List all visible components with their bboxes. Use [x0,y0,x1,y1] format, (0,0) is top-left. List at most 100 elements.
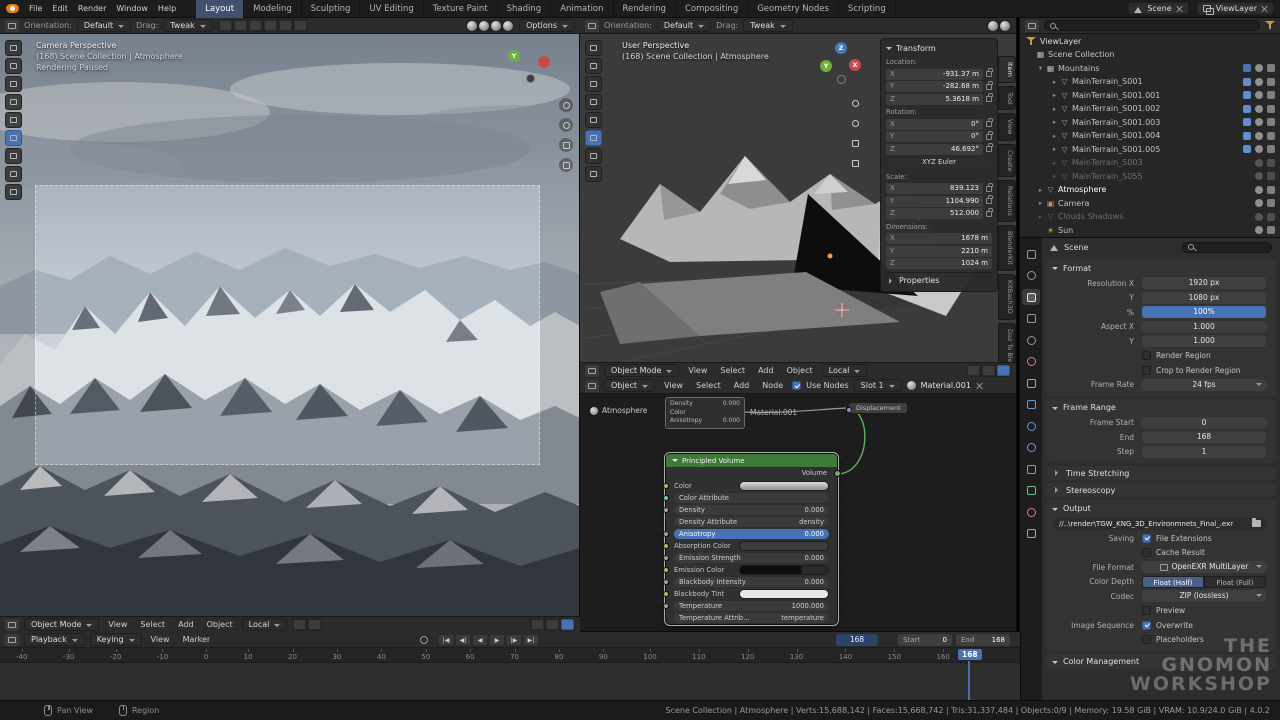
node-input-row[interactable]: Emission Color [674,564,829,575]
hide-eye-icon[interactable] [1255,145,1263,153]
tab-texture[interactable] [1022,526,1040,542]
lock-icon[interactable] [986,84,992,90]
move-tool[interactable] [5,76,22,92]
disable-render-icon[interactable] [1267,132,1275,140]
workspace-tab[interactable]: Modeling [244,0,302,18]
mode-dropdown[interactable]: Object Mode [604,364,679,377]
snap-magnet-icon[interactable] [967,365,980,376]
hide-eye-icon[interactable] [1255,64,1263,72]
lock-icon[interactable] [986,71,992,77]
modifier-wrench-icon[interactable] [1243,105,1251,113]
input-socket[interactable] [663,591,669,597]
tab-object-data[interactable] [1022,483,1040,499]
scale-field[interactable]: X839.123 [886,183,992,194]
number-field[interactable]: 1080 px [1142,292,1266,304]
disable-render-icon[interactable] [1267,78,1275,86]
playhead[interactable]: 168 [958,648,982,700]
zoom-icon[interactable] [848,96,862,110]
drag-dropdown[interactable]: Tweak [163,19,213,32]
expand-caret-icon[interactable]: ▸ [1036,213,1045,221]
menubar-item[interactable]: Help [154,4,180,13]
tab-tool[interactable] [1022,246,1040,262]
rotation-field[interactable]: X0° [886,119,992,130]
shader-node-canvas[interactable]: Atmosphere Material.001 Density0.000 Col… [580,394,1016,632]
snap-magnet-icon[interactable] [219,20,232,31]
unlink-material-icon[interactable] [976,382,983,389]
lock-icon[interactable] [986,211,992,217]
shading-material-icon[interactable] [491,21,501,31]
input-socket[interactable] [663,483,669,489]
playback-control-button[interactable]: ◀| [455,634,471,646]
mode-dropdown[interactable]: Object Mode [24,618,99,631]
expand-caret-icon[interactable]: ▸ [1050,159,1059,167]
rotation-field[interactable]: Y0° [886,131,992,142]
workspace-tab[interactable]: Geometry Nodes [748,0,839,18]
lock-icon[interactable] [986,146,992,152]
number-field[interactable]: 0 [1142,417,1266,429]
outliner-row[interactable]: ▸ ▽ Clouds Shadows [1020,210,1280,224]
annotate-tool[interactable] [5,148,22,164]
viewport-menu[interactable]: Object [203,620,237,629]
view-menu[interactable]: View [147,635,174,644]
hide-eye-icon[interactable] [1255,78,1263,86]
transform-panel-header[interactable]: Transform [886,42,992,56]
rotate-tool[interactable] [5,94,22,110]
outliner-row[interactable]: ▸ ▽ MainTerrain_S001.004 [1020,129,1280,143]
tab-physics[interactable] [1022,440,1040,456]
snap-magnet-icon[interactable] [293,619,306,630]
cursor-tool[interactable] [5,58,22,74]
sidebar-tab[interactable]: Create [998,144,1016,178]
node-input-row[interactable]: Emission Strength0.000 [674,552,829,563]
modifier-wrench-icon[interactable] [1243,118,1251,126]
transform-tool[interactable] [585,130,602,146]
cursor-tool[interactable] [585,58,602,74]
node-header[interactable]: Principled Volume [666,454,837,467]
viewport-menu[interactable]: Object [783,366,817,375]
expand-caret-icon[interactable]: ▸ [1050,172,1059,180]
tab-material[interactable] [1022,504,1040,520]
viewlayer-selector[interactable]: ViewLayer [1197,2,1274,15]
disable-render-icon[interactable] [1267,105,1275,113]
menubar-item[interactable]: Edit [48,4,72,13]
node-input-row[interactable]: Blackbody Intensity0.000 [674,576,829,587]
tab-world[interactable] [1022,354,1040,370]
camera-view-icon[interactable] [559,138,573,152]
move-view-icon[interactable] [559,118,573,132]
transform-orientation-dropdown[interactable]: Local [242,618,288,631]
shading-solid-icon[interactable] [479,21,489,31]
disable-render-icon[interactable] [1267,226,1275,234]
hide-eye-icon[interactable] [1255,213,1263,221]
tab-output[interactable] [1022,289,1040,305]
active-overlay-icon[interactable] [997,365,1010,376]
gizmo-y-axis[interactable]: Y [820,60,832,72]
annotate-tool[interactable] [585,148,602,164]
viewport-menu[interactable]: Add [754,366,778,375]
location-field[interactable]: Z5.3618 m [886,94,992,105]
rotation-mode-dropdown[interactable]: XYZ Euler [886,157,992,168]
crop-to-render-region-checkbox[interactable] [1142,366,1151,375]
color-swatch[interactable] [739,589,829,599]
node-input-row[interactable]: Absorption Color [674,540,829,551]
codec-dropdown[interactable]: ZIP (lossless) [1142,590,1266,602]
options-dropdown[interactable]: Options [519,19,575,32]
use-nodes-checkbox[interactable] [792,381,801,390]
output-panel-header[interactable]: Output [1046,501,1276,516]
scale-tool[interactable] [5,112,22,128]
workspace-tab[interactable]: Shading [498,0,552,18]
outliner-row[interactable]: ▸ ▽ MainTerrain_S001.002 [1020,102,1280,116]
shading-wireframe-icon[interactable] [467,21,477,31]
properties-subpanel-header[interactable]: Properties [886,272,992,288]
input-socket[interactable] [663,495,669,501]
viewport-menu[interactable]: Select [716,366,749,375]
frame-rate-dropdown[interactable]: 24 fps [1142,379,1266,391]
material-slot-dropdown[interactable]: Slot 1 [854,379,902,392]
color-depth-float-full[interactable]: Float (Full) [1204,576,1266,588]
editor-type-icon[interactable] [585,365,599,377]
frame-end-field[interactable]: End168 [956,634,1010,646]
location-field[interactable]: X-931.37 m [886,69,992,80]
viewport-menu[interactable]: View [104,620,131,629]
tab-render[interactable] [1022,268,1040,284]
toggle-ortho-icon[interactable] [559,158,573,172]
toggle-ortho-icon[interactable] [848,156,862,170]
hide-eye-icon[interactable] [1255,159,1263,167]
